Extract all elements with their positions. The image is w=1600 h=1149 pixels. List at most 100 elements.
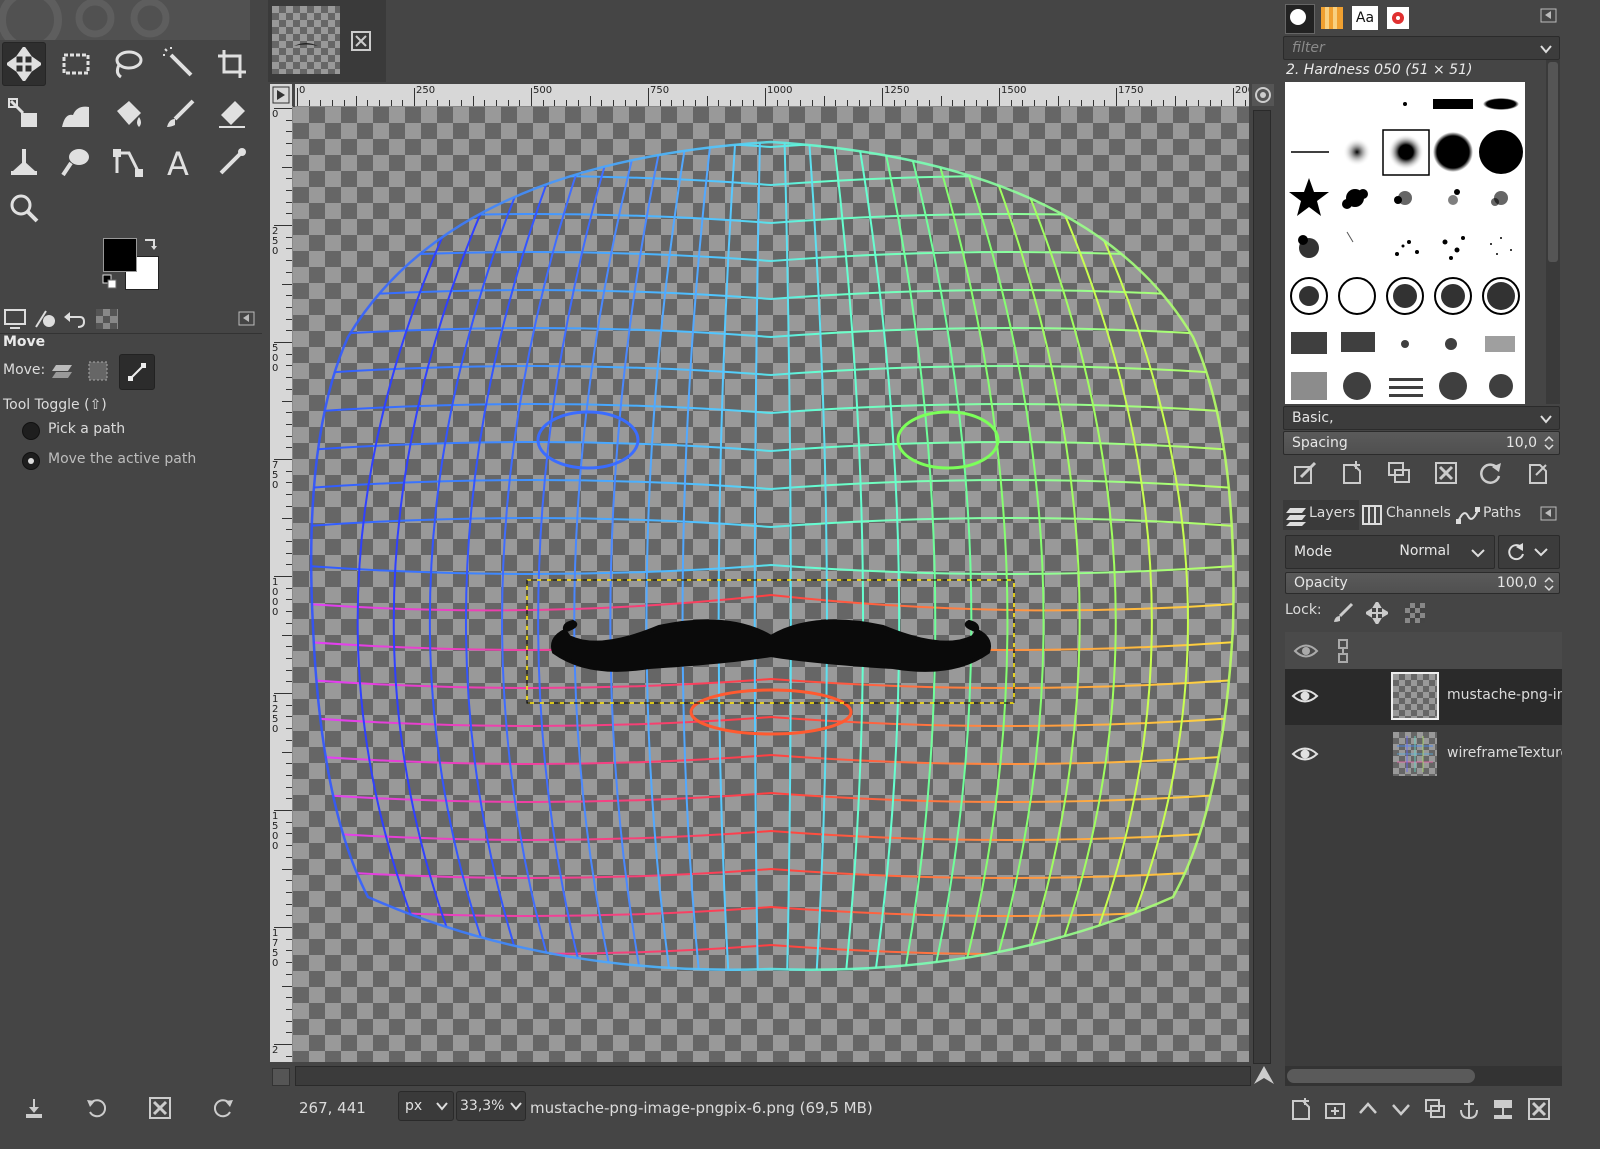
move-active-path-radio[interactable] — [22, 452, 40, 470]
free-select-tool-button[interactable] — [106, 42, 150, 86]
ruler-minor-tick — [800, 100, 802, 106]
default-colors-icon[interactable] — [102, 274, 118, 290]
vertical-ruler[interactable]: 0 250 500 750 1000 1250 1500 1750 2 — [270, 106, 293, 1062]
chain-header-icon[interactable] — [1333, 638, 1353, 664]
horizontal-scrollbar[interactable] — [295, 1066, 1251, 1086]
move-layer-mode-button[interactable] — [48, 357, 76, 385]
raise-layer-button[interactable] — [1353, 1094, 1383, 1124]
device-status-tab-icon[interactable] — [32, 307, 58, 331]
lower-layer-button[interactable] — [1386, 1094, 1416, 1124]
zoom-select[interactable]: 33,3% — [456, 1091, 526, 1121]
eraser-tool-button[interactable] — [210, 92, 254, 136]
brush-grid-scrollbar[interactable] — [1546, 60, 1560, 404]
brushes-tab[interactable] — [1285, 4, 1315, 34]
warp-transform-tool-button[interactable] — [54, 92, 98, 136]
document-history-tab[interactable] — [1386, 6, 1410, 30]
crop-tool-button[interactable] — [210, 42, 254, 86]
mode-label: Mode — [1294, 544, 1333, 560]
ruler-minor-tick — [286, 260, 292, 262]
text-tool-icon: A — [167, 145, 189, 179]
channels-tab[interactable]: Channels — [1361, 500, 1453, 530]
close-tab-icon[interactable] — [350, 30, 372, 52]
ruler-label: 1000 — [272, 577, 279, 618]
pick-path-radio[interactable] — [22, 422, 40, 440]
paths-tab[interactable]: Paths — [1456, 500, 1528, 530]
brush-grid-scroll-thumb[interactable] — [1548, 62, 1558, 262]
fonts-tab[interactable]: Aa — [1352, 6, 1378, 30]
undo-history-tab-icon[interactable] — [62, 307, 88, 331]
ruler-minor-tick — [449, 100, 451, 106]
duplicate-brush-button[interactable] — [1384, 458, 1414, 488]
zoom-fit-button[interactable] — [1252, 84, 1274, 106]
opacity-spinner[interactable]: Opacity 100,0 — [1285, 572, 1560, 594]
configure-tab-icon[interactable] — [238, 311, 256, 327]
reset-options-button[interactable] — [210, 1094, 238, 1122]
image-canvas[interactable] — [293, 107, 1249, 1062]
brush-preset-select[interactable]: Basic, — [1283, 406, 1560, 430]
unit-select[interactable]: px — [398, 1091, 454, 1121]
configure-tab-icon[interactable] — [1540, 506, 1558, 522]
delete-options-button[interactable] — [146, 1094, 174, 1122]
scale-tool-button[interactable] — [2, 92, 46, 136]
lock-pixels-button[interactable] — [1328, 598, 1358, 628]
layer-list-scrollbar[interactable] — [1285, 1066, 1562, 1086]
image-tab[interactable] — [268, 0, 386, 82]
lock-position-button[interactable] — [1362, 598, 1392, 628]
layer-list-scroll-thumb[interactable] — [1287, 1069, 1475, 1083]
new-brush-button[interactable] — [1337, 458, 1367, 488]
tool-options-tab-icon[interactable] — [2, 307, 28, 331]
rect-select-tool-button[interactable] — [54, 42, 98, 86]
configure-tab-icon[interactable] — [1540, 8, 1558, 24]
move-path-mode-button[interactable] — [119, 354, 155, 390]
merge-layer-button[interactable] — [1488, 1094, 1518, 1124]
anchor-layer-button[interactable] — [1454, 1094, 1484, 1124]
ruler-minor-tick — [601, 100, 603, 106]
save-options-button[interactable] — [20, 1094, 48, 1122]
eye-icon[interactable] — [1291, 743, 1319, 765]
images-tab-icon[interactable] — [94, 307, 120, 331]
fuzzy-select-tool-button[interactable] — [158, 42, 202, 86]
edit-brush-button[interactable] — [1290, 458, 1320, 488]
layer-row-wireframe[interactable]: wireframeTexture. — [1285, 727, 1562, 783]
delete-brush-button[interactable] — [1431, 458, 1461, 488]
delete-layer-button[interactable] — [1524, 1094, 1554, 1124]
swap-colors-icon[interactable] — [142, 236, 158, 252]
smudge-tool-button[interactable] — [54, 140, 98, 184]
vertical-scrollbar[interactable] — [1253, 110, 1271, 1064]
ruler-minor-tick — [776, 100, 778, 106]
new-layer-button[interactable] — [1286, 1094, 1316, 1124]
move-tool-button[interactable] — [2, 42, 46, 86]
visibility-header-icon[interactable] — [1293, 640, 1319, 662]
ruler-minor-tick — [1186, 100, 1188, 106]
duplicate-layer-button[interactable] — [1420, 1094, 1450, 1124]
navigate-icon[interactable] — [1252, 1064, 1276, 1086]
foreground-color-swatch[interactable] — [103, 238, 137, 272]
color-picker-tool-button[interactable] — [210, 140, 254, 184]
ruler-minor-tick — [718, 100, 720, 106]
layer-row-mustache[interactable]: mustache-png-im — [1285, 669, 1562, 725]
spacing-spinner[interactable]: Spacing 10,0 — [1283, 431, 1560, 455]
open-brush-as-image-button[interactable] — [1523, 458, 1553, 488]
quick-mask-toggle[interactable] — [272, 1068, 290, 1086]
layer-mode-select[interactable]: Mode Normal — [1285, 535, 1495, 569]
ruler-corner-button[interactable] — [270, 84, 292, 106]
text-tool-button[interactable]: A — [158, 140, 202, 184]
zoom-tool-button[interactable] — [2, 186, 46, 230]
clone-tool-button[interactable] — [2, 140, 46, 184]
composite-mode-button[interactable] — [1498, 535, 1560, 569]
paths-tool-button[interactable] — [106, 140, 150, 184]
brush-filter-input[interactable]: filter — [1283, 36, 1560, 60]
refresh-brushes-button[interactable] — [1476, 458, 1506, 488]
ruler-minor-tick — [286, 622, 292, 624]
bucket-fill-tool-button[interactable] — [106, 92, 150, 136]
layers-tab[interactable]: Layers — [1283, 500, 1359, 530]
patterns-tab[interactable] — [1320, 6, 1344, 30]
brush-grid[interactable] — [1285, 82, 1525, 404]
horizontal-ruler[interactable]: 0 250 500 750 1000 1250 1500 1750 200 — [295, 84, 1249, 107]
move-selection-mode-button[interactable] — [84, 357, 112, 385]
eye-icon[interactable] — [1291, 685, 1319, 707]
new-layer-group-button[interactable] — [1320, 1094, 1350, 1124]
restore-options-button[interactable] — [82, 1094, 110, 1122]
lock-alpha-button[interactable] — [1400, 598, 1430, 628]
paintbrush-tool-button[interactable] — [158, 92, 202, 136]
